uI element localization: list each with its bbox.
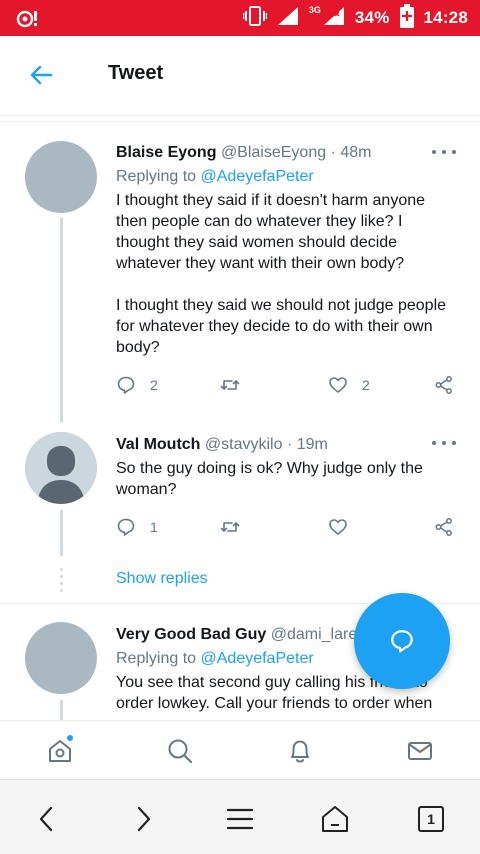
battery-percent: 34% <box>354 8 390 27</box>
retweet-button[interactable] <box>220 515 254 539</box>
avatar[interactable] <box>25 141 97 213</box>
reply-button[interactable]: 2 <box>116 373 158 397</box>
tab-home[interactable] <box>44 733 76 767</box>
tweet-time: 19m <box>296 436 328 453</box>
signal-2-icon <box>323 6 345 31</box>
like-button[interactable]: 2 <box>328 373 370 397</box>
thread-line <box>60 510 63 556</box>
user-name[interactable]: Very Good Bad Guy <box>116 626 266 643</box>
tweet-header: Blaise Eyong @BlaiseEyong · 48m <box>116 142 456 164</box>
like-count: 2 <box>362 377 370 393</box>
tweet-paragraph: I thought they said if it doesn't harm a… <box>116 192 426 272</box>
tweet-item[interactable]: Val Moutch @stavykilo · 19m So the guy d… <box>0 422 480 602</box>
tweet-item[interactable]: Blaise Eyong @BlaiseEyong · 48m Replying… <box>0 122 480 422</box>
reply-icon <box>117 518 135 536</box>
retweet-icon <box>220 522 240 532</box>
thread-dots <box>60 568 63 596</box>
thread-line <box>60 218 63 422</box>
search-icon <box>168 739 193 764</box>
tweet-text: I thought they said if it doesn't harm a… <box>116 190 456 358</box>
notification-dot <box>65 733 75 743</box>
reply-count: 2 <box>150 377 158 393</box>
page-title: Tweet <box>108 62 164 84</box>
clock: 14:28 <box>423 8 468 27</box>
more-options-button[interactable] <box>432 147 456 157</box>
thread-line <box>60 700 63 720</box>
reply-count: 1 <box>150 519 158 535</box>
compose-reply-button[interactable] <box>354 593 450 689</box>
tweet-line: order lowkey. Call your friends to order… <box>116 695 433 712</box>
tweet-paragraph: I thought they said we should not judge … <box>116 297 447 356</box>
user-name[interactable]: Blaise Eyong <box>116 144 216 161</box>
app-header: Tweet <box>0 36 480 116</box>
home-icon <box>322 806 348 832</box>
chevron-right-icon <box>137 806 151 832</box>
more-options-button[interactable] <box>432 438 456 448</box>
share-button[interactable] <box>434 515 454 539</box>
heart-icon <box>329 377 347 393</box>
user-handle: @stavykilo <box>204 436 283 453</box>
battery-charging-icon <box>399 3 414 33</box>
reply-icon <box>391 630 413 653</box>
signal-icon <box>277 6 299 31</box>
mail-icon <box>408 742 432 760</box>
notification-app-icon <box>16 7 40 29</box>
arrow-left-icon <box>30 65 52 85</box>
replying-to: Replying to @AdeyefaPeter <box>116 166 456 188</box>
browser-home-button[interactable] <box>318 802 352 836</box>
menu-icon <box>227 808 253 830</box>
tweet-header: Val Moutch @stavykilo · 19m <box>116 434 456 456</box>
share-button[interactable] <box>434 373 454 397</box>
network-type: 3G <box>308 5 321 15</box>
share-icon <box>435 518 452 536</box>
avatar[interactable] <box>25 432 97 504</box>
mention-link[interactable]: @AdeyefaPeter <box>201 650 314 667</box>
tab-search[interactable] <box>164 735 196 767</box>
default-avatar-icon <box>25 432 97 504</box>
share-icon <box>435 376 452 394</box>
tab-messages[interactable] <box>404 735 436 767</box>
reply-icon <box>117 376 135 394</box>
back-button[interactable] <box>26 60 56 90</box>
tab-notifications[interactable] <box>284 735 316 767</box>
separator-dot: · <box>330 144 336 161</box>
separator-dot: · <box>286 436 293 453</box>
replying-label: Replying to <box>116 168 197 185</box>
browser-nav-bar: 1 <box>0 779 480 854</box>
tweet-text: So the guy doing is ok? Why judge only t… <box>116 460 423 498</box>
chevron-left-icon <box>39 806 53 832</box>
bell-icon <box>291 740 309 763</box>
mention-link[interactable]: @AdeyefaPeter <box>201 168 314 185</box>
bottom-tab-bar <box>0 720 480 779</box>
user-handle: @BlaiseEyong <box>220 144 327 161</box>
browser-menu-button[interactable] <box>223 802 257 836</box>
tweet-actions: 1 <box>116 515 456 539</box>
avatar[interactable] <box>25 622 97 694</box>
heart-icon <box>329 519 347 535</box>
browser-forward-button[interactable] <box>126 802 160 836</box>
replying-label: Replying to <box>116 650 197 667</box>
retweet-button[interactable] <box>220 373 254 397</box>
status-bar: 3G 34% 14:28 <box>0 0 480 36</box>
browser-tabs-button[interactable]: 1 <box>414 802 448 836</box>
browser-back-button[interactable] <box>30 802 64 836</box>
like-button[interactable] <box>328 515 362 539</box>
vibrate-icon <box>242 5 268 31</box>
show-replies-link[interactable]: Show replies <box>116 570 208 588</box>
reply-button[interactable]: 1 <box>116 515 158 539</box>
retweet-icon <box>220 380 240 390</box>
user-handle: @dami_lare <box>270 626 358 643</box>
user-name[interactable]: Val Moutch <box>116 436 200 453</box>
tab-count: 1 <box>418 806 444 832</box>
tweet-time: 48m <box>340 144 372 161</box>
tweet-actions: 2 2 <box>116 373 456 397</box>
